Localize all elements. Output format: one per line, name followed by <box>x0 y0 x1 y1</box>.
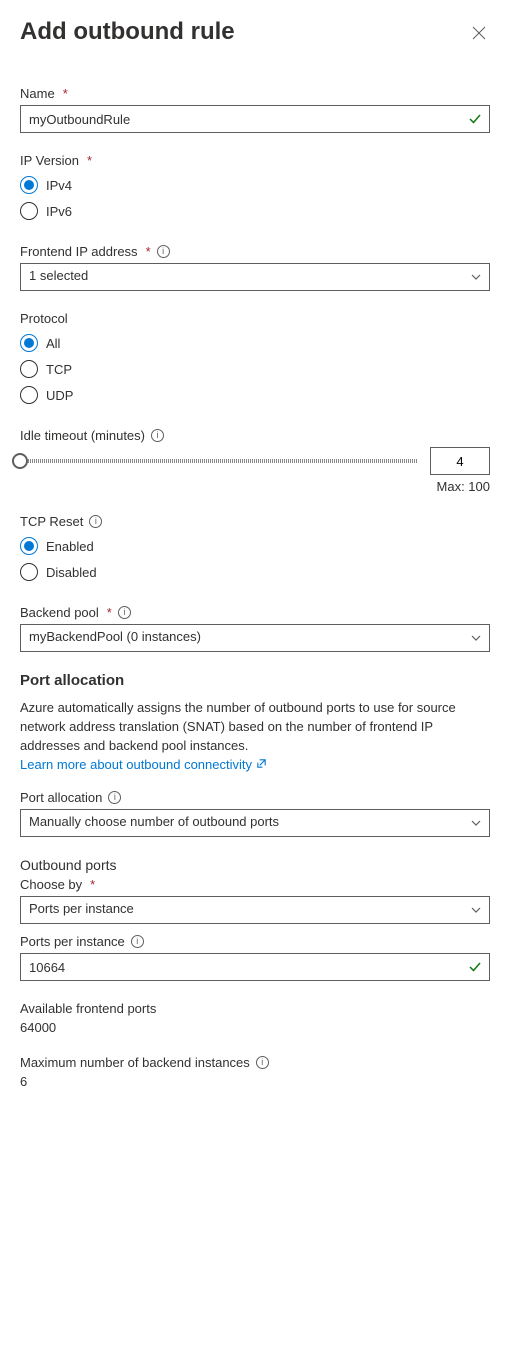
radio-protocol-tcp[interactable]: TCP <box>20 356 490 382</box>
required-indicator: * <box>87 153 92 168</box>
info-icon[interactable] <box>131 935 144 948</box>
ports-per-instance-input[interactable] <box>20 953 490 981</box>
info-icon[interactable] <box>108 791 121 804</box>
backend-pool-label: Backend pool* <box>20 605 490 620</box>
radio-icon <box>20 202 38 220</box>
ip-version-radio-group: IPv4 IPv6 <box>20 172 490 224</box>
info-icon[interactable] <box>157 245 170 258</box>
radio-ipv6[interactable]: IPv6 <box>20 198 490 224</box>
choose-by-label: Choose by* <box>20 877 490 892</box>
required-indicator: * <box>63 86 68 101</box>
name-label: Name* <box>20 86 490 101</box>
idle-timeout-input[interactable] <box>430 447 490 475</box>
radio-icon <box>20 537 38 555</box>
radio-icon <box>20 360 38 378</box>
checkmark-icon <box>468 960 482 974</box>
port-allocation-label: Port allocation <box>20 790 490 805</box>
name-input[interactable] <box>20 105 490 133</box>
tcp-reset-radio-group: Enabled Disabled <box>20 533 490 585</box>
radio-icon <box>20 176 38 194</box>
info-icon[interactable] <box>89 515 102 528</box>
radio-label: IPv4 <box>46 178 72 193</box>
radio-label: Enabled <box>46 539 94 554</box>
radio-tcp-reset-enabled[interactable]: Enabled <box>20 533 490 559</box>
protocol-label: Protocol <box>20 311 490 326</box>
radio-label: IPv6 <box>46 204 72 219</box>
port-allocation-description: Azure automatically assigns the number o… <box>20 699 490 774</box>
ports-per-instance-label: Ports per instance <box>20 934 490 949</box>
port-allocation-select[interactable]: Manually choose number of outbound ports <box>20 809 490 837</box>
required-indicator: * <box>107 605 112 620</box>
available-ports-label: Available frontend ports <box>20 1001 490 1016</box>
external-link-icon <box>256 756 267 775</box>
ip-version-label: IP Version* <box>20 153 490 168</box>
radio-ipv4[interactable]: IPv4 <box>20 172 490 198</box>
tcp-reset-label: TCP Reset <box>20 514 490 529</box>
radio-icon <box>20 563 38 581</box>
required-indicator: * <box>146 244 151 259</box>
checkmark-icon <box>468 112 482 126</box>
idle-timeout-slider[interactable] <box>20 459 418 463</box>
max-backend-value: 6 <box>20 1074 490 1089</box>
close-button[interactable] <box>468 22 490 44</box>
radio-label: UDP <box>46 388 73 403</box>
idle-timeout-max: Max: 100 <box>20 479 490 494</box>
radio-label: TCP <box>46 362 72 377</box>
page-title: Add outbound rule <box>20 18 235 46</box>
frontend-ip-label: Frontend IP address* <box>20 244 490 259</box>
outbound-ports-heading: Outbound ports <box>20 857 490 873</box>
protocol-radio-group: All TCP UDP <box>20 330 490 408</box>
info-icon[interactable] <box>256 1056 269 1069</box>
radio-tcp-reset-disabled[interactable]: Disabled <box>20 559 490 585</box>
choose-by-select[interactable]: Ports per instance <box>20 896 490 924</box>
info-icon[interactable] <box>118 606 131 619</box>
radio-label: Disabled <box>46 565 97 580</box>
frontend-ip-select[interactable]: 1 selected <box>20 263 490 291</box>
idle-timeout-label: Idle timeout (minutes) <box>20 428 490 443</box>
radio-protocol-udp[interactable]: UDP <box>20 382 490 408</box>
radio-icon <box>20 334 38 352</box>
backend-pool-select[interactable]: myBackendPool (0 instances) <box>20 624 490 652</box>
radio-protocol-all[interactable]: All <box>20 330 490 356</box>
radio-label: All <box>46 336 60 351</box>
available-ports-value: 64000 <box>20 1020 490 1035</box>
slider-thumb[interactable] <box>12 453 28 469</box>
close-icon <box>472 26 486 40</box>
radio-icon <box>20 386 38 404</box>
learn-more-link[interactable]: Learn more about outbound connectivity <box>20 757 267 772</box>
max-backend-label: Maximum number of backend instances <box>20 1055 490 1070</box>
required-indicator: * <box>90 877 95 892</box>
port-allocation-heading: Port allocation <box>20 672 490 689</box>
info-icon[interactable] <box>151 429 164 442</box>
